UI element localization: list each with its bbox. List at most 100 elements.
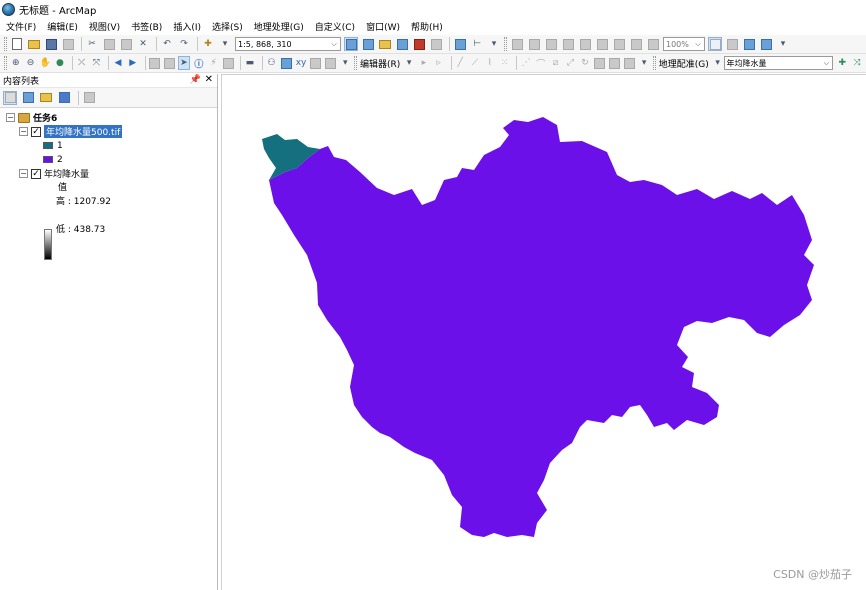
add-control-points-button[interactable]: ✚ (836, 56, 848, 70)
python-window-button[interactable] (429, 37, 443, 51)
fixed-zoom-in-button[interactable] (595, 37, 609, 51)
go-forward-button[interactable]: ▶ (127, 56, 139, 70)
layout-toolbar-options[interactable]: ▾ (776, 37, 790, 51)
list-by-visibility-button[interactable] (39, 91, 53, 105)
delete-button[interactable]: ✕ (136, 37, 150, 51)
cut-polygons-button[interactable]: ⧄ (550, 56, 562, 70)
paste-button[interactable] (119, 37, 133, 51)
full-extent-button[interactable]: ● (54, 56, 66, 70)
edit-tool-button[interactable]: ▸ (418, 56, 430, 70)
find-route-button[interactable] (280, 56, 292, 70)
find-button[interactable]: ⚇ (266, 56, 278, 70)
precip-layer-row[interactable]: − ✓ 年均降水量 (19, 167, 89, 180)
go-to-xy-button[interactable]: xy (295, 56, 307, 70)
data-frame-row[interactable]: − 任务6 (6, 111, 57, 124)
toolbar-grip[interactable] (354, 56, 357, 70)
endpoint-arc-button[interactable]: ⟋ (469, 56, 481, 70)
previous-extent-button[interactable] (629, 37, 643, 51)
layer-visibility-checkbox[interactable]: ✓ (31, 168, 41, 179)
list-by-source-button[interactable] (21, 91, 35, 105)
toolbar-grip[interactable] (4, 56, 7, 70)
add-data-button[interactable]: ✚ (201, 37, 215, 51)
menu-bookmarks[interactable]: 书签(B) (131, 20, 162, 33)
list-by-selection-button[interactable] (57, 91, 71, 105)
time-slider-button[interactable]: ⊢ (470, 37, 484, 51)
reshape-button[interactable]: ⌒ (535, 56, 547, 70)
zoom-100-button[interactable] (578, 37, 592, 51)
viewer-window-button[interactable] (325, 56, 337, 70)
time-slider-map-button[interactable] (310, 56, 322, 70)
copy-button[interactable] (102, 37, 116, 51)
menu-help[interactable]: 帮助(H) (411, 20, 443, 33)
pin-icon[interactable]: 📌 (190, 75, 201, 85)
zoom-in-button[interactable]: ⊕ (10, 56, 22, 70)
cut-button[interactable]: ✂ (85, 37, 99, 51)
map-scale-combo[interactable]: 1:5, 868, 310 ⌵ (235, 37, 341, 51)
modelbuilder-button[interactable] (453, 37, 467, 51)
toolbar-options-button[interactable]: ▾ (487, 37, 501, 51)
pan-button[interactable]: ✋ (39, 56, 51, 70)
layout-zoom-out-button[interactable] (527, 37, 541, 51)
sketch-properties-button[interactable] (609, 56, 621, 70)
collapse-icon[interactable]: − (19, 169, 28, 178)
attributes-button[interactable] (594, 56, 606, 70)
rotate-button[interactable]: ↻ (579, 56, 591, 70)
georeferencing-layer-select[interactable]: 年均降水量 ⌵ (723, 56, 834, 70)
collapse-icon[interactable]: − (19, 127, 28, 136)
tools-toolbar-options[interactable]: ▾ (339, 56, 351, 70)
edit-vertices-button[interactable]: ⋰ (520, 56, 532, 70)
menu-selection[interactable]: 选择(S) (212, 20, 243, 33)
toolbar-grip[interactable] (504, 37, 507, 51)
collapse-icon[interactable]: − (6, 113, 15, 122)
raster-layer-name[interactable]: 年均降水量500.tif (44, 125, 123, 138)
layout-zoom-in-button[interactable] (510, 37, 524, 51)
menu-customize[interactable]: 自定义(C) (315, 20, 355, 33)
point-button[interactable]: ⁙ (499, 56, 511, 70)
close-icon[interactable]: ✕ (205, 74, 213, 85)
fixed-zoom-in-map-button[interactable]: ⤫ (76, 56, 88, 70)
map-canvas[interactable] (222, 75, 866, 590)
add-data-dropdown[interactable]: ▾ (218, 37, 232, 51)
toggle-draft-mode-button[interactable] (708, 37, 722, 51)
catalog-button[interactable] (378, 37, 392, 51)
focus-data-frame-button[interactable] (725, 37, 739, 51)
go-back-button[interactable]: ◀ (112, 56, 124, 70)
hyperlink-button[interactable]: ⚡ (208, 56, 220, 70)
change-layout-button[interactable] (742, 37, 756, 51)
editor-toolbar-button[interactable] (344, 37, 358, 51)
georeferencing-menu-button[interactable]: 地理配准(G) (659, 57, 709, 70)
select-elements-button[interactable]: ➤ (177, 56, 190, 70)
save-button[interactable] (44, 37, 58, 51)
arctoolbox-button[interactable] (412, 37, 426, 51)
zoom-out-button[interactable]: ⊖ (25, 56, 37, 70)
toolbar-grip[interactable] (4, 37, 7, 51)
split-button[interactable]: ⤢ (564, 56, 576, 70)
edit-annotation-button[interactable]: ▹ (433, 56, 445, 70)
map-display[interactable]: CSDN @炒茄子 (221, 74, 866, 590)
create-features-button[interactable] (623, 56, 635, 70)
toc-options-button[interactable] (82, 91, 96, 105)
layout-pan-button[interactable] (544, 37, 558, 51)
menu-edit[interactable]: 编辑(E) (47, 20, 78, 33)
zoom-whole-page-button[interactable] (561, 37, 575, 51)
fixed-zoom-out-map-button[interactable]: ⤧ (90, 56, 102, 70)
menu-file[interactable]: 文件(F) (6, 20, 36, 33)
straight-segment-button[interactable]: ╱ (454, 56, 466, 70)
menu-view[interactable]: 视图(V) (89, 20, 120, 33)
open-button[interactable] (27, 37, 41, 51)
rotate-georeference-button[interactable]: ⤨ (851, 56, 863, 70)
precip-layer-name[interactable]: 年均降水量 (44, 167, 89, 180)
layout-zoom-combo[interactable]: 100% ⌵ (663, 37, 705, 51)
new-document-button[interactable] (10, 37, 24, 51)
html-popup-button[interactable] (222, 56, 234, 70)
editor-menu-button[interactable]: 编辑器(R) (360, 57, 400, 70)
editor-menu-dropdown[interactable]: ▾ (403, 56, 415, 70)
redo-button[interactable]: ↷ (177, 37, 191, 51)
measure-button[interactable]: ▬ (244, 56, 256, 70)
select-by-rectangle-button[interactable] (148, 56, 160, 70)
trace-button[interactable]: ⌇ (484, 56, 496, 70)
fixed-zoom-out-button[interactable] (612, 37, 626, 51)
menu-windows[interactable]: 窗口(W) (366, 20, 400, 33)
print-button[interactable] (61, 37, 75, 51)
georeferencing-menu-dropdown[interactable]: ▾ (712, 56, 724, 70)
